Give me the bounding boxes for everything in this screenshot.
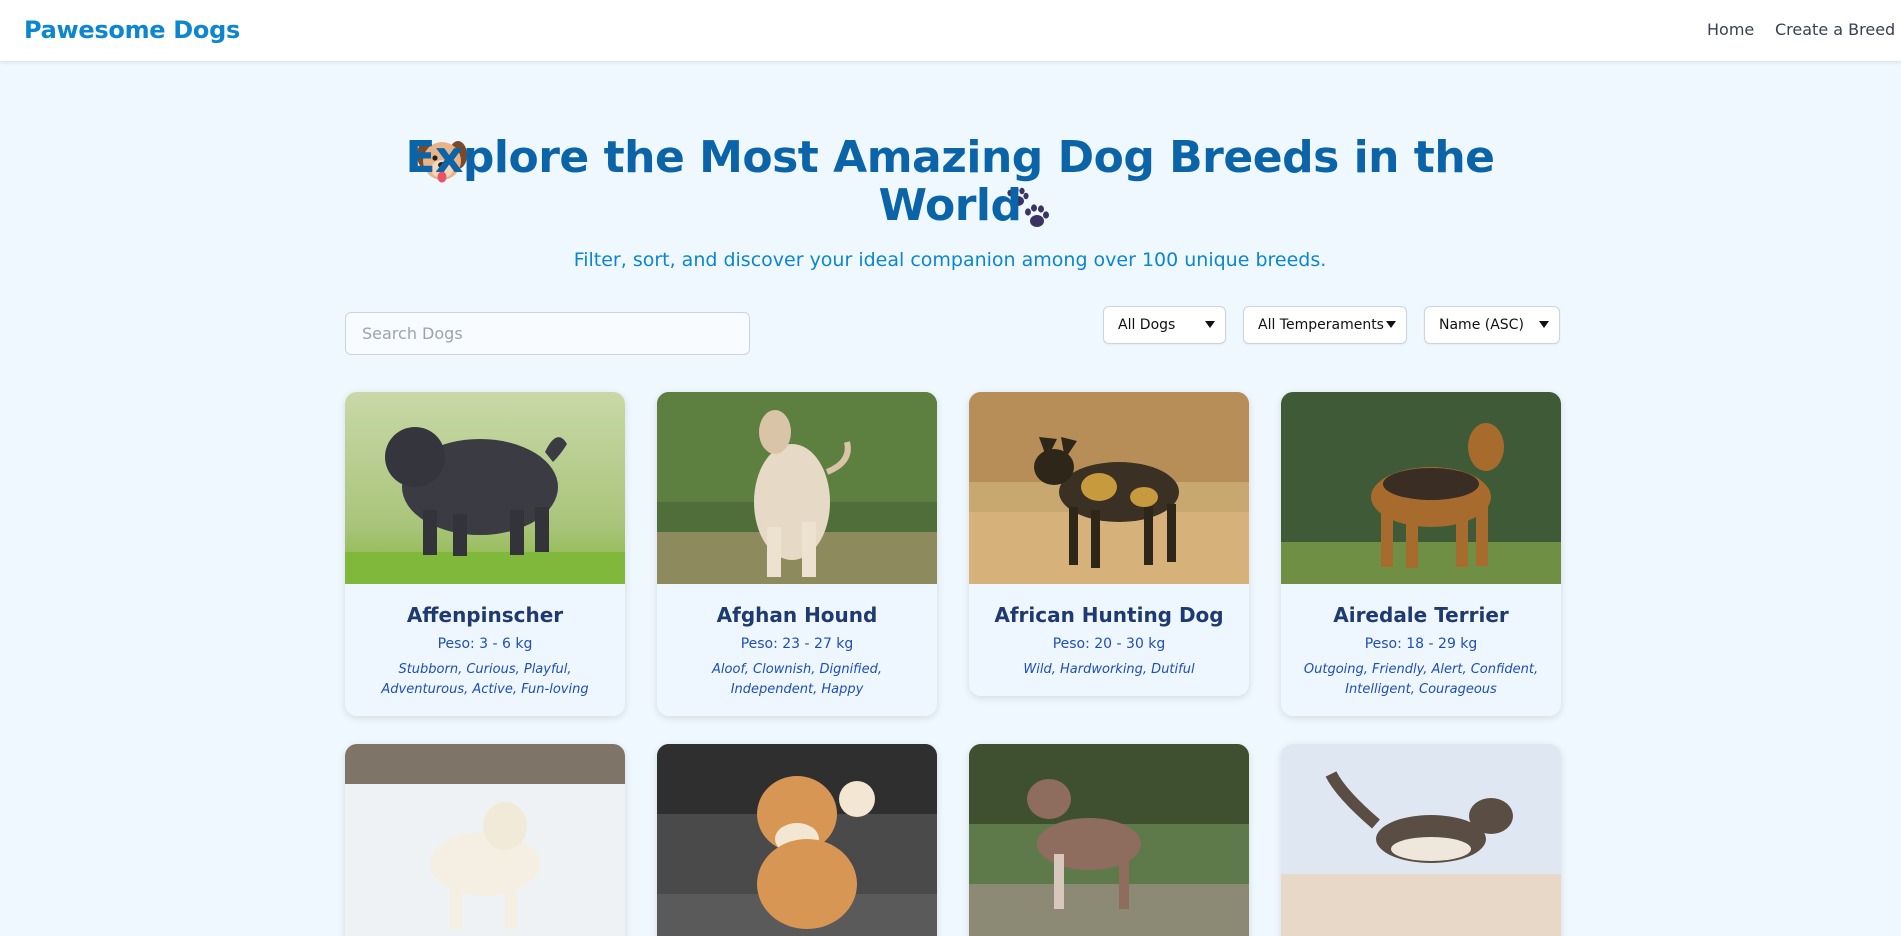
breed-name: Airedale Terrier — [1333, 603, 1509, 627]
chevron-down-icon — [1205, 321, 1215, 328]
chevron-down-icon — [1386, 321, 1396, 328]
brand-logo[interactable]: Pawesome Dogs — [24, 16, 240, 44]
breed-card[interactable] — [657, 744, 937, 936]
breed-name: Afghan Hound — [716, 603, 878, 627]
breed-photo — [657, 744, 937, 936]
breed-photo — [1281, 744, 1561, 936]
breed-photo — [657, 392, 937, 584]
breed-card[interactable]: Afghan Hound Peso: 23 - 27 kg Aloof, Clo… — [657, 392, 937, 716]
origin-filter-select[interactable]: All Dogs — [1103, 306, 1226, 344]
breed-card[interactable]: African Hunting Dog Peso: 20 - 30 kg Wil… — [969, 392, 1249, 696]
navbar: Pawesome Dogs Home Create a Breed — [0, 0, 1901, 61]
breed-card[interactable] — [1281, 744, 1561, 936]
sort-value: Name (ASC) — [1439, 317, 1524, 333]
chevron-down-icon — [1539, 321, 1549, 328]
breed-temperament: Wild, Hardworking, Dutiful — [1023, 662, 1195, 677]
breed-temperament: Aloof, Clownish, Dignified, Independent,… — [712, 662, 882, 697]
breed-weight: Peso: 3 - 6 kg — [437, 636, 533, 652]
sort-select[interactable]: Name (ASC) — [1424, 306, 1560, 344]
breed-weight: Peso: 18 - 29 kg — [1364, 636, 1478, 652]
breed-weight: Peso: 23 - 27 kg — [740, 636, 854, 652]
breed-name: Affenpinscher — [406, 603, 564, 627]
breed-photo — [345, 392, 625, 584]
breed-card[interactable]: Airedale Terrier Peso: 18 - 29 kg Outgoi… — [1281, 392, 1561, 716]
nav-home-link[interactable]: Home — [1707, 20, 1754, 39]
breed-photo — [969, 744, 1249, 936]
page-subtitle: Filter, sort, and discover your ideal co… — [573, 249, 1327, 271]
breed-card[interactable]: Affenpinscher Peso: 3 - 6 kg Stubborn, C… — [345, 392, 625, 716]
page-title: Explore the Most Amazing Dog Breeds in t… — [405, 132, 1495, 231]
temperament-filter-value: All Temperaments — [1258, 317, 1384, 333]
breed-weight: Peso: 20 - 30 kg — [1052, 636, 1166, 652]
breed-card[interactable] — [345, 744, 625, 936]
breed-photo — [969, 392, 1249, 584]
breed-name: African Hunting Dog — [994, 603, 1224, 627]
origin-filter-value: All Dogs — [1118, 317, 1176, 333]
breed-photo — [345, 744, 625, 936]
temperament-filter-select[interactable]: All Temperaments — [1243, 306, 1407, 344]
breed-card[interactable] — [969, 744, 1249, 936]
breed-photo — [1281, 392, 1561, 584]
search-input[interactable] — [345, 312, 750, 355]
breed-temperament: Outgoing, Friendly, Alert, Confident, In… — [1303, 662, 1539, 697]
nav-create-breed-link[interactable]: Create a Breed — [1775, 20, 1895, 39]
breed-temperament: Stubborn, Curious, Playful, Adventurous,… — [381, 662, 589, 697]
